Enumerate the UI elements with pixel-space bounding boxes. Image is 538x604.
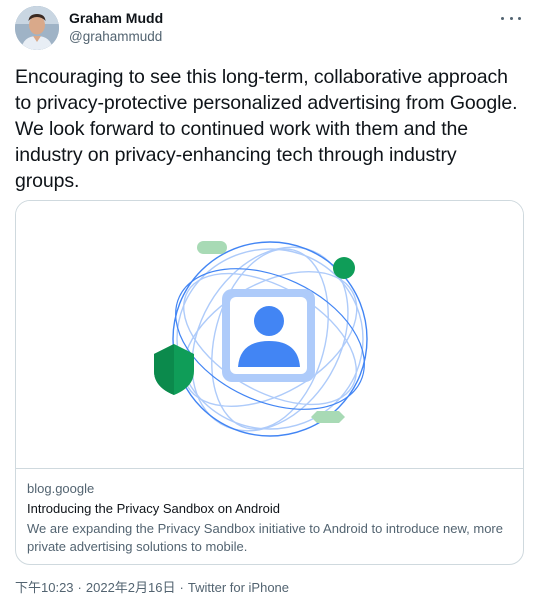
card-domain: blog.google [27,481,95,496]
author-name[interactable]: Graham Mudd [69,9,163,27]
dot [509,16,513,20]
link-card[interactable]: blog.google Introducing the Privacy Sand… [15,200,524,565]
avatar[interactable] [15,6,59,50]
meta-separator: · [77,580,82,595]
tweet-text: Encouraging to see this long-term, colla… [15,66,518,192]
card-illustration [16,201,523,468]
privacy-sandbox-illustration [154,241,368,437]
green-dot [333,257,355,279]
avatar-image [15,6,59,50]
tweet-source[interactable]: Twitter for iPhone [188,580,289,595]
green-pill [197,241,227,254]
author-handle[interactable]: @grahammudd [69,28,163,46]
tweet-meta: 下午10:23 · 2022年2月16日 · Twitter for iPhone [15,579,289,597]
dot [501,16,504,20]
card-description: We are expanding the Privacy Sandbox ini… [27,521,503,554]
author-info: Graham Mudd @grahammudd [69,9,163,46]
card-divider [16,468,523,469]
tweet-time[interactable]: 下午10:23 [15,580,74,595]
green-hexagon [311,411,345,423]
dot [518,16,521,20]
more-options-icon[interactable] [501,10,521,26]
card-body: blog.google Introducing the Privacy Sand… [27,480,512,556]
tweet: Graham Mudd @grahammudd Encouraging to s… [0,0,538,604]
card-title: Introducing the Privacy Sandbox on Andro… [27,501,280,516]
tweet-date[interactable]: 2022年2月16日 [86,580,176,595]
meta-separator: · [179,580,184,595]
